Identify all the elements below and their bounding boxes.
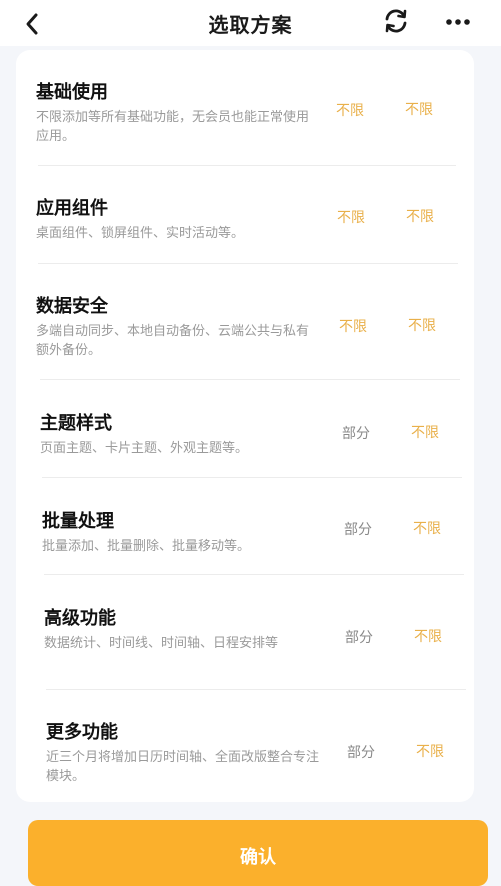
feature-title: 批量处理: [42, 511, 114, 532]
feature-title: 基础使用: [36, 82, 108, 103]
row-divider: [38, 165, 456, 166]
feature-description: 页面主题、卡片主题、外观主题等。: [40, 441, 249, 456]
feature-description: 近三个月将增加日历时间轴、全面改版整合专注模块。: [46, 750, 320, 784]
plan-2-value: 不限: [408, 318, 436, 334]
row-divider: [40, 379, 460, 380]
page-title: 选取方案: [208, 13, 293, 37]
header-bar: 选取方案: [0, 0, 501, 46]
feature-description: 多端自动同步、本地自动备份、云端公共与私有额外备份。: [36, 324, 310, 358]
feature-description: 数据统计、时间线、时间轴、日程安排等: [44, 636, 279, 651]
feature-description: 不限添加等所有基础功能，无会员也能正常使用应用。: [36, 110, 310, 144]
feature-title: 数据安全: [36, 296, 108, 317]
plan-1-value: 部分: [345, 630, 373, 646]
plan-1-value: 不限: [336, 103, 364, 119]
plan-2-value: 不限: [413, 521, 441, 537]
row-divider: [42, 477, 462, 478]
plan-2-value: 不限: [411, 425, 439, 441]
row-divider: [44, 574, 464, 575]
plan-2-value: 不限: [406, 209, 434, 225]
plan-2-value: 不限: [416, 744, 444, 760]
plan-2-value: 不限: [414, 629, 442, 645]
feature-description: 批量添加、批量删除、批量移动等。: [42, 539, 251, 554]
plan-1-value: 部分: [342, 426, 370, 442]
feature-title: 主题样式: [40, 413, 112, 434]
refresh-button[interactable]: [380, 5, 412, 37]
row-divider: [46, 689, 466, 690]
plan-comparison-card: 基础使用 不限添加等所有基础功能，无会员也能正常使用应用。 不限 不限 应用组件…: [16, 50, 474, 802]
feature-title: 高级功能: [44, 608, 116, 629]
confirm-button[interactable]: 确认: [28, 820, 488, 886]
plan-2-value: 不限: [405, 102, 433, 118]
plan-1-value: 部分: [344, 522, 372, 538]
plan-1-value: 不限: [337, 210, 365, 226]
feature-description: 桌面组件、锁屏组件、实时活动等。: [36, 226, 245, 241]
more-button[interactable]: [440, 6, 476, 38]
feature-title: 应用组件: [36, 198, 108, 219]
plan-1-value: 部分: [347, 745, 375, 761]
refresh-icon: [385, 9, 407, 33]
more-dots-icon: [446, 19, 470, 25]
row-divider: [38, 263, 458, 264]
plan-1-value: 不限: [339, 319, 367, 335]
feature-title: 更多功能: [46, 722, 118, 743]
